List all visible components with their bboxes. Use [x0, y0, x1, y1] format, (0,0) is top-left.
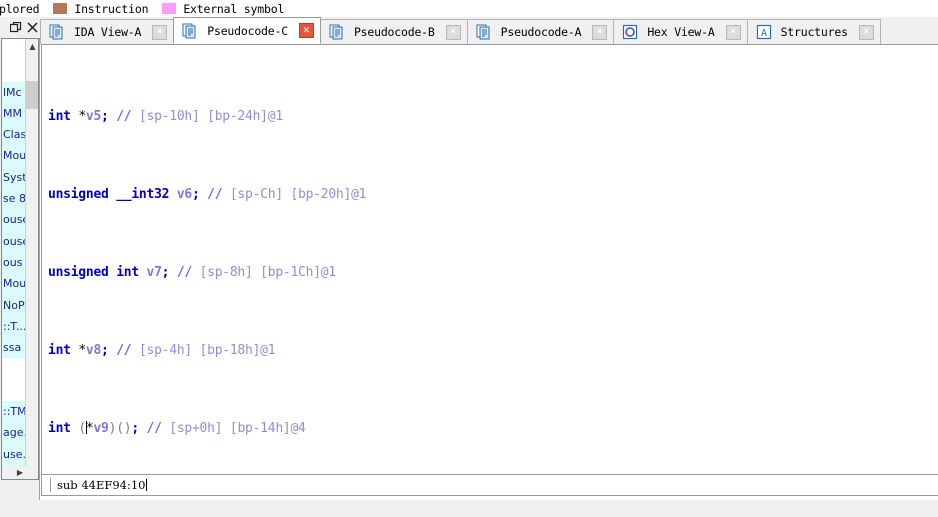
legend-label-instruction: Instruction: [74, 1, 149, 16]
legend-item-instruction: Instruction: [53, 1, 149, 16]
list-item[interactable]: NoPa: [2, 295, 26, 316]
close-icon[interactable]: [24, 20, 40, 36]
pseudocode-text[interactable]: int *v5; // [sp-10h] [bp-24h]@1 unsigned…: [48, 48, 938, 474]
tab-label: Pseudocode-C: [207, 23, 288, 38]
left-dock-list[interactable]: lMc MM Clas Mou Syst se 8 ouse ouse ous …: [2, 39, 26, 477]
list-item[interactable]: ::T...: [2, 316, 26, 337]
list-item[interactable]: age.: [2, 422, 26, 443]
left-dock-vertical-scrollbar[interactable]: ▲ ▼: [25, 39, 38, 477]
list-item[interactable]: [2, 379, 26, 402]
close-icon[interactable]: ✕: [592, 24, 608, 40]
status-bar: sub 44EF94:10: [41, 474, 938, 496]
chevron-up-icon[interactable]: ▲: [26, 39, 38, 53]
tab-label: IDA View-A: [74, 25, 142, 39]
legend-label-unexplored: plored: [0, 1, 40, 16]
close-icon[interactable]: ✕: [725, 24, 741, 40]
close-icon[interactable]: ✕: [298, 23, 314, 38]
document-icon: [329, 24, 345, 40]
structures-icon: A: [756, 24, 772, 40]
list-item[interactable]: Mou: [2, 273, 26, 294]
list-item[interactable]: ouse: [2, 231, 26, 252]
list-item[interactable]: Mou: [2, 145, 26, 166]
tab-label: Pseudocode-A: [500, 25, 582, 39]
tab-hex-view-a[interactable]: Hex View-A ✕: [613, 19, 748, 44]
tab-structures[interactable]: A Structures ✕: [746, 19, 881, 44]
list-item[interactable]: use.: [2, 444, 26, 465]
tab-pseudocode-b[interactable]: Pseudocode-B ✕: [319, 19, 468, 44]
list-item[interactable]: ssa: [2, 337, 26, 358]
code-line[interactable]: int *v8; // [sp-4h] [bp-18h]@1: [48, 341, 938, 361]
status-caret: [146, 479, 148, 491]
list-item[interactable]: [2, 60, 26, 82]
tab-pseudocode-c[interactable]: Pseudocode-C ✕: [173, 17, 321, 44]
close-icon[interactable]: ✕: [858, 24, 874, 40]
tab-pseudocode-a[interactable]: Pseudocode-A ✕: [466, 19, 615, 44]
list-item[interactable]: ::TM: [2, 401, 26, 422]
close-icon[interactable]: ✕: [152, 24, 168, 40]
list-item[interactable]: lMc: [2, 82, 26, 103]
list-item[interactable]: MM: [2, 103, 26, 124]
document-icon: [49, 24, 65, 40]
left-dock-panel: lMc MM Clas Mou Syst se 8 ouse ouse ous …: [0, 17, 40, 500]
instruction-swatch: [53, 3, 68, 14]
code-line[interactable]: int (*v9)(); // [sp+0h] [bp-14h]@4: [48, 419, 938, 439]
legend-bar: plored Instruction External symbol: [0, 0, 938, 17]
list-item[interactable]: ous: [2, 252, 26, 273]
chevron-right-icon[interactable]: ▶: [17, 468, 23, 477]
list-item[interactable]: Syst: [2, 167, 26, 188]
document-icon: [182, 23, 198, 39]
status-text: sub 44EF94:10: [50, 478, 145, 492]
list-item[interactable]: [2, 358, 26, 380]
code-line[interactable]: unsigned int v7; // [sp-8h] [bp-1Ch]@1: [48, 263, 938, 283]
close-icon[interactable]: ✕: [445, 24, 461, 40]
bottom-strip: [0, 500, 938, 517]
left-dock-horizontal-scrollbar[interactable]: ▶: [1, 466, 39, 480]
undock-icon[interactable]: [8, 20, 24, 36]
list-item[interactable]: se 8: [2, 188, 26, 209]
code-line[interactable]: int *v5; // [sp-10h] [bp-24h]@1: [48, 107, 938, 127]
left-dock-list-container[interactable]: lMc MM Clas Mou Syst se 8 ouse ouse ous …: [1, 38, 39, 478]
scrollbar-thumb[interactable]: [26, 81, 38, 109]
list-item[interactable]: ouse: [2, 209, 26, 230]
tab-label: Pseudocode-B: [353, 25, 435, 39]
tab-ida-view-a[interactable]: IDA View-A ✕: [40, 19, 175, 44]
list-item[interactable]: [2, 39, 26, 61]
left-dock-titlebar: [0, 17, 40, 38]
list-item[interactable]: Clas: [2, 124, 26, 145]
tab-label: Hex View-A: [647, 25, 715, 39]
document-icon: [476, 24, 492, 40]
pseudocode-editor[interactable]: int *v5; // [sp-10h] [bp-24h]@1 unsigned…: [41, 44, 938, 474]
legend-item-unexplored: plored: [0, 1, 40, 16]
legend-label-external-symbol: External symbol: [183, 1, 285, 16]
external-symbol-swatch: [162, 3, 177, 14]
tab-strip: IDA View-A ✕ Pseudocode-C ✕ Pseudocode-B…: [40, 17, 938, 44]
code-line[interactable]: unsigned __int32 v6; // [sp-Ch] [bp-20h]…: [48, 185, 938, 205]
tab-label: Structures: [780, 25, 848, 39]
svg-text:A: A: [761, 28, 767, 39]
legend-item-external-symbol: External symbol: [162, 2, 284, 16]
hex-icon: [622, 24, 638, 40]
